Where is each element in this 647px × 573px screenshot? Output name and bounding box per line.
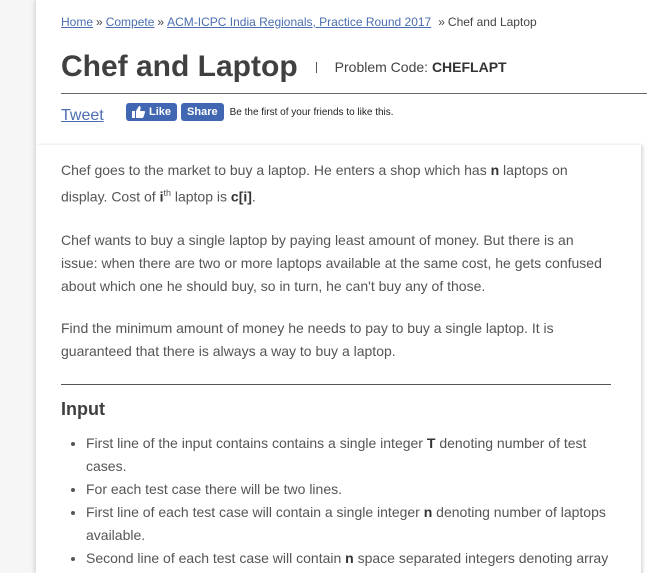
statement-paragraph-2: Chef wants to buy a single laptop by pay… bbox=[61, 232, 602, 294]
tweet-link[interactable]: Tweet bbox=[61, 107, 104, 125]
breadcrumb-compete-link[interactable]: Compete bbox=[106, 15, 155, 29]
section-divider bbox=[61, 384, 611, 385]
list-item-text: Second line of each test case will conta… bbox=[86, 550, 346, 566]
list-item: First line of each test case will contai… bbox=[61, 501, 621, 547]
statement-text: laptop is bbox=[170, 188, 231, 205]
list-item-text: First line of each test case will contai… bbox=[86, 504, 424, 520]
statement-superscript: th bbox=[163, 188, 171, 198]
problem-code-value: CHEFLAPT bbox=[431, 59, 507, 75]
thumbs-up-icon bbox=[132, 106, 145, 118]
statement-text: . bbox=[251, 188, 256, 205]
statement-text: Chef goes to the market to buy a laptop.… bbox=[61, 162, 491, 178]
problem-code: Problem Code: CHEFLAPT bbox=[335, 59, 507, 75]
statement-variable: c[i] bbox=[230, 188, 252, 205]
facebook-widget: Like Share Be the first of your friends … bbox=[126, 103, 394, 121]
title-divider bbox=[315, 61, 317, 73]
breadcrumb: Home» Compete» ACM-ICPC India Regionals, P… bbox=[61, 15, 537, 29]
page-title: Chef and Laptop bbox=[61, 50, 298, 83]
facebook-like-button[interactable]: Like bbox=[126, 103, 178, 121]
list-item-text: space separated integers denoting array bbox=[353, 550, 609, 566]
list-item: For each test case there will be two lin… bbox=[61, 478, 621, 501]
statement-paragraph-3: Find the minimum amount of money he need… bbox=[61, 320, 554, 359]
statement-paragraph-1: Chef goes to the market to buy a laptop.… bbox=[61, 159, 611, 209]
breadcrumb-current: Chef and Laptop bbox=[447, 15, 537, 29]
input-list: First line of the input contains contain… bbox=[61, 432, 621, 570]
facebook-share-button[interactable]: Share bbox=[181, 103, 224, 121]
list-item-variable: n bbox=[423, 504, 433, 520]
list-item: First line of the input contains contain… bbox=[61, 432, 621, 478]
statement-variable: n bbox=[490, 162, 500, 178]
facebook-like-label: Like bbox=[149, 106, 172, 118]
input-heading: Input bbox=[61, 399, 105, 419]
title-row: Chef and Laptop Problem Code: CHEFLAPT bbox=[61, 50, 507, 84]
title-divider-line bbox=[61, 93, 647, 94]
problem-page: Home» Compete» ACM-ICPC India Regionals, P… bbox=[36, 0, 647, 573]
problem-statement: Chef goes to the market to buy a laptop.… bbox=[36, 145, 641, 573]
breadcrumb-contest-link[interactable]: ACM-ICPC India Regionals, Practice Round… bbox=[167, 15, 431, 29]
breadcrumb-separator: » bbox=[157, 15, 165, 29]
list-item: Second line of each test case will conta… bbox=[61, 547, 621, 570]
facebook-friends-text: Be the first of your friends to like thi… bbox=[229, 106, 394, 118]
breadcrumb-separator: » bbox=[438, 15, 445, 29]
breadcrumb-separator: » bbox=[96, 15, 103, 29]
list-item-variable: n bbox=[345, 550, 354, 566]
problem-code-label: Problem Code: bbox=[334, 59, 429, 75]
list-item-text: First line of the input contains contain… bbox=[86, 435, 427, 451]
breadcrumb-home-link[interactable]: Home bbox=[61, 15, 93, 29]
